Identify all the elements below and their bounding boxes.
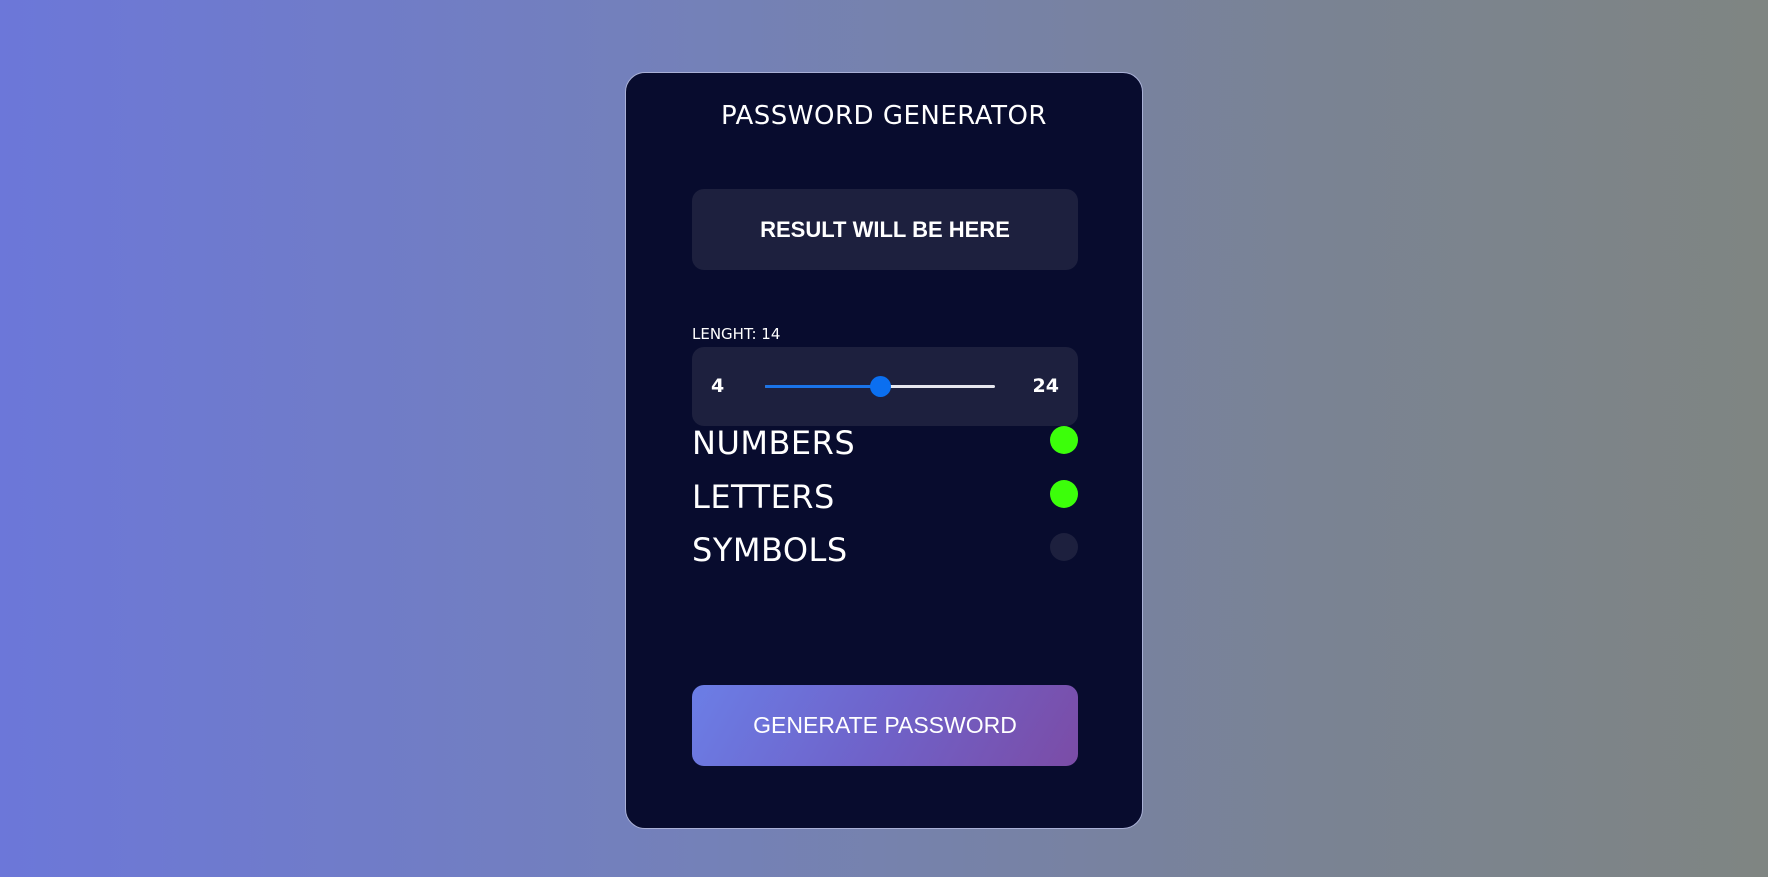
slider-max-label: 24 — [1032, 375, 1059, 397]
app-title: PASSWORD GENERATOR — [721, 101, 1047, 131]
generate-password-button[interactable]: GENERATE PASSWORD — [692, 685, 1078, 766]
slider-min-label: 4 — [711, 375, 725, 397]
password-generator-card: PASSWORD GENERATOR RESULT WILL BE HERE L… — [625, 72, 1143, 829]
option-numbers-label: NUMBERS — [692, 424, 856, 462]
letters-toggle[interactable] — [1050, 480, 1078, 508]
option-symbols: SYMBOLS — [692, 531, 1078, 571]
length-slider-track[interactable] — [765, 376, 995, 397]
length-slider-thumb[interactable] — [870, 376, 891, 397]
length-slider-fill — [765, 385, 880, 388]
symbols-toggle[interactable] — [1050, 533, 1078, 561]
option-symbols-label: SYMBOLS — [692, 531, 848, 569]
numbers-toggle[interactable] — [1050, 426, 1078, 454]
result-display: RESULT WILL BE HERE — [692, 189, 1078, 270]
option-numbers: NUMBERS — [692, 424, 1078, 464]
length-label: LENGHT: 14 — [692, 325, 781, 343]
option-letters: LETTERS — [692, 478, 1078, 518]
length-slider-panel: 4 24 — [692, 347, 1078, 426]
option-letters-label: LETTERS — [692, 478, 835, 516]
